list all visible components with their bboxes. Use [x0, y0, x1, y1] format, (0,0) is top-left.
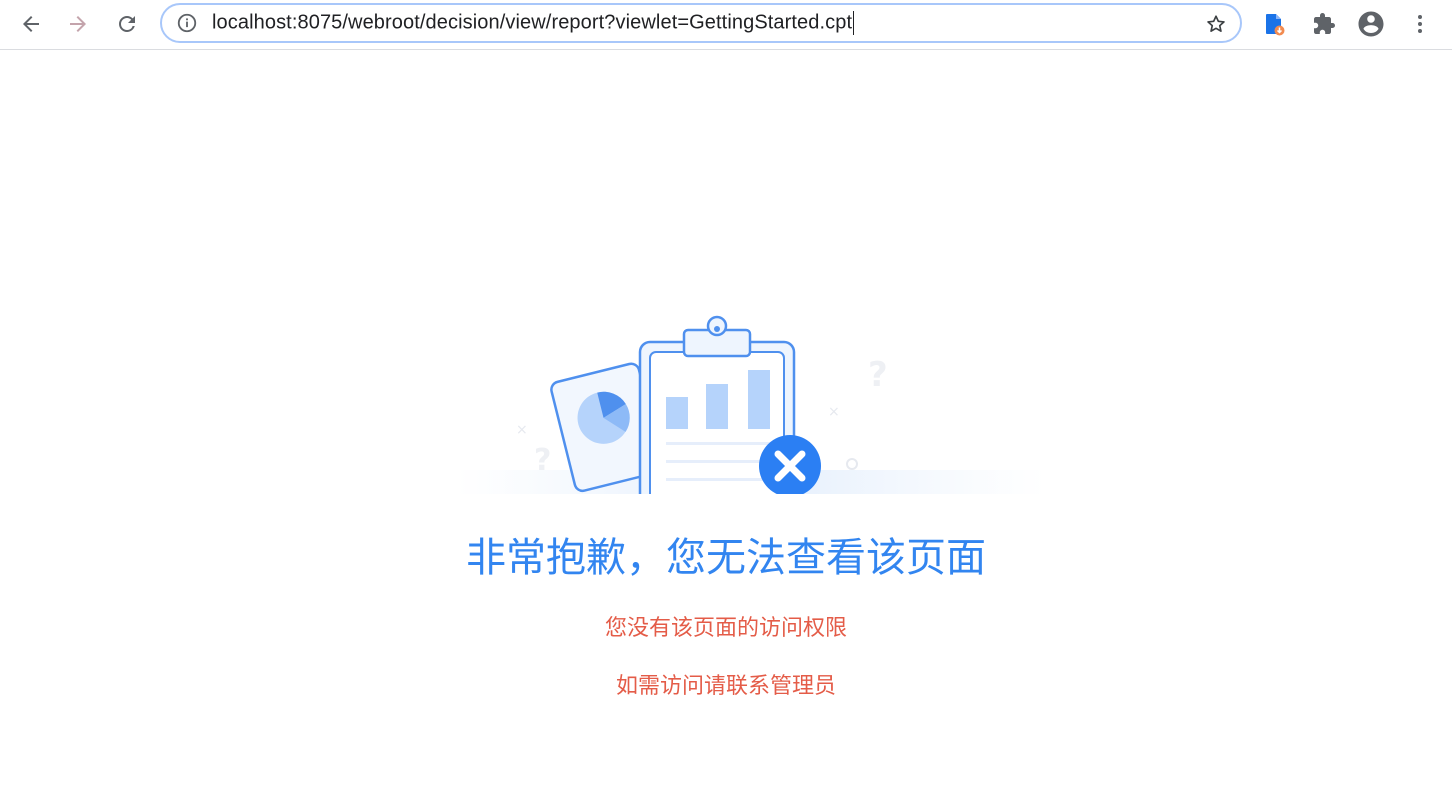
- bookmark-button[interactable]: [1204, 12, 1228, 36]
- profile-button[interactable]: [1355, 8, 1387, 40]
- info-icon: [177, 13, 197, 33]
- puzzle-icon: [1314, 13, 1335, 34]
- reload-icon: [119, 15, 135, 32]
- forward-button[interactable]: [61, 7, 95, 41]
- error-message-contact-admin: 如需访问请联系管理员: [615, 674, 836, 699]
- error-title: 非常抱歉，您无法查看该页面: [466, 535, 986, 581]
- arrow-right-icon: [70, 16, 86, 32]
- back-button[interactable]: [14, 7, 48, 41]
- page-content: ? ? × × 非常抱歉，您无法查看该页面 您没有该页面的访问权限 如需访问请联…: [0, 50, 1452, 812]
- file-download-icon: [1266, 14, 1285, 36]
- extensions-button[interactable]: [1308, 8, 1340, 40]
- address-bar[interactable]: localhost:8075/webroot/decision/view/rep…: [160, 3, 1242, 43]
- clipboard-error-icon: ? ? × ×: [456, 315, 1046, 500]
- svg-text:?: ?: [868, 355, 888, 395]
- kebab-menu-icon: [1418, 15, 1422, 33]
- svg-text:?: ?: [534, 443, 551, 478]
- browser-menu-button[interactable]: [1404, 8, 1436, 40]
- file-extension-button[interactable]: [1258, 8, 1290, 40]
- arrow-left-icon: [23, 16, 39, 32]
- error-message-permission: 您没有该页面的访问权限: [604, 616, 847, 641]
- svg-text:×: ×: [516, 422, 528, 438]
- browser-toolbar: localhost:8075/webroot/decision/view/rep…: [0, 0, 1452, 50]
- reload-button[interactable]: [110, 7, 144, 41]
- text-caret: [853, 11, 855, 35]
- account-circle-icon: [1358, 11, 1384, 37]
- site-info-button[interactable]: [176, 12, 198, 34]
- star-icon: [1207, 15, 1225, 32]
- url-text[interactable]: localhost:8075/webroot/decision/view/rep…: [212, 11, 855, 35]
- svg-text:×: ×: [828, 404, 840, 420]
